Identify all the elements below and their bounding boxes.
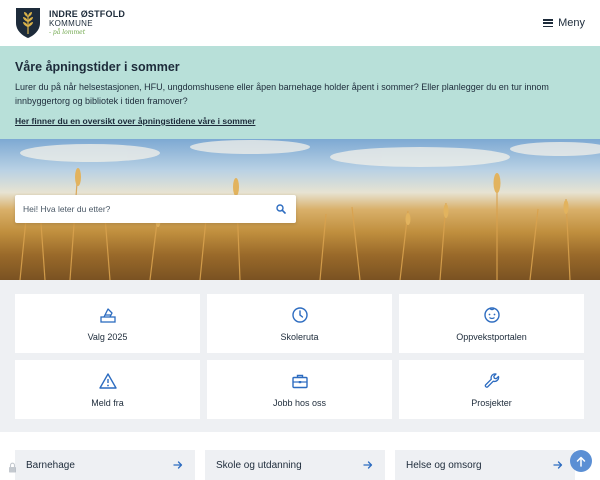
search-input[interactable] (23, 204, 276, 214)
category-barnehage[interactable]: Barnehage (15, 450, 195, 480)
tile-jobb-hos-oss[interactable]: Jobb hos oss (207, 360, 392, 419)
tile-label: Prosjekter (471, 397, 512, 408)
lock-icon (9, 462, 16, 473)
wheat-shield-icon (16, 8, 40, 38)
ballot-box-icon (99, 307, 116, 323)
tile-label: Oppvekstportalen (456, 331, 527, 342)
tile-oppvekstportalen[interactable]: Oppvekstportalen (399, 294, 584, 353)
hero-image (0, 139, 600, 280)
search-box (15, 195, 296, 223)
site-header: INDRE ØSTFOLD KOMMUNE - på lommet Meny (0, 0, 600, 46)
category-helse-og-omsorg[interactable]: Helse og omsorg (395, 450, 575, 480)
tile-skoleruta[interactable]: Skoleruta (207, 294, 392, 353)
tile-label: Meld fra (91, 397, 124, 408)
arrow-up-icon (576, 456, 586, 467)
tile-meld-fra[interactable]: Meld fra (15, 360, 200, 419)
logo-name: INDRE ØSTFOLD (49, 9, 126, 19)
arrow-right-icon (363, 461, 373, 469)
hamburger-icon (543, 19, 554, 27)
tile-label: Skoleruta (280, 331, 319, 342)
category-label: Barnehage (26, 459, 75, 471)
category-skole-og-utdanning[interactable]: Skole og utdanning (205, 450, 385, 480)
arrow-right-icon (553, 461, 563, 469)
menu-button[interactable]: Meny (543, 17, 585, 29)
category-links: Barnehage Skole og utdanning Helse og om… (0, 433, 600, 480)
search-icon[interactable] (276, 204, 286, 214)
tile-valg-2025[interactable]: Valg 2025 (15, 294, 200, 353)
opening-hours-link[interactable]: Her finner du en oversikt over åpningsti… (15, 116, 255, 126)
warning-triangle-icon (98, 372, 117, 389)
wrench-icon (484, 372, 499, 388)
category-label: Helse og omsorg (406, 459, 482, 471)
tile-prosjekter[interactable]: Prosjekter (399, 360, 584, 419)
category-label: Skole og utdanning (216, 459, 302, 471)
scroll-to-top-button[interactable] (570, 450, 592, 472)
quick-links: Valg 2025 Skoleruta Oppvekstportalen Mel… (0, 280, 600, 432)
tile-label: Jobb hos oss (272, 397, 327, 408)
menu-label: Meny (558, 17, 585, 29)
arrow-right-icon (173, 461, 183, 469)
banner-title: Våre åpningstider i sommer (15, 60, 180, 74)
logo-tagline: - på lommet (49, 29, 86, 36)
child-face-icon (483, 306, 500, 323)
site-logo[interactable]: INDRE ØSTFOLD KOMMUNE - på lommet (15, 7, 125, 39)
logo-sub: KOMMUNE (49, 19, 93, 28)
banner-text: Lurer du på når helsestasjonen, HFU, ung… (15, 82, 549, 106)
clock-icon (291, 306, 308, 323)
tile-label: Valg 2025 (87, 331, 128, 342)
opening-hours-banner: Våre åpningstider i sommer Lurer du på n… (0, 46, 600, 139)
briefcase-icon (291, 374, 308, 388)
